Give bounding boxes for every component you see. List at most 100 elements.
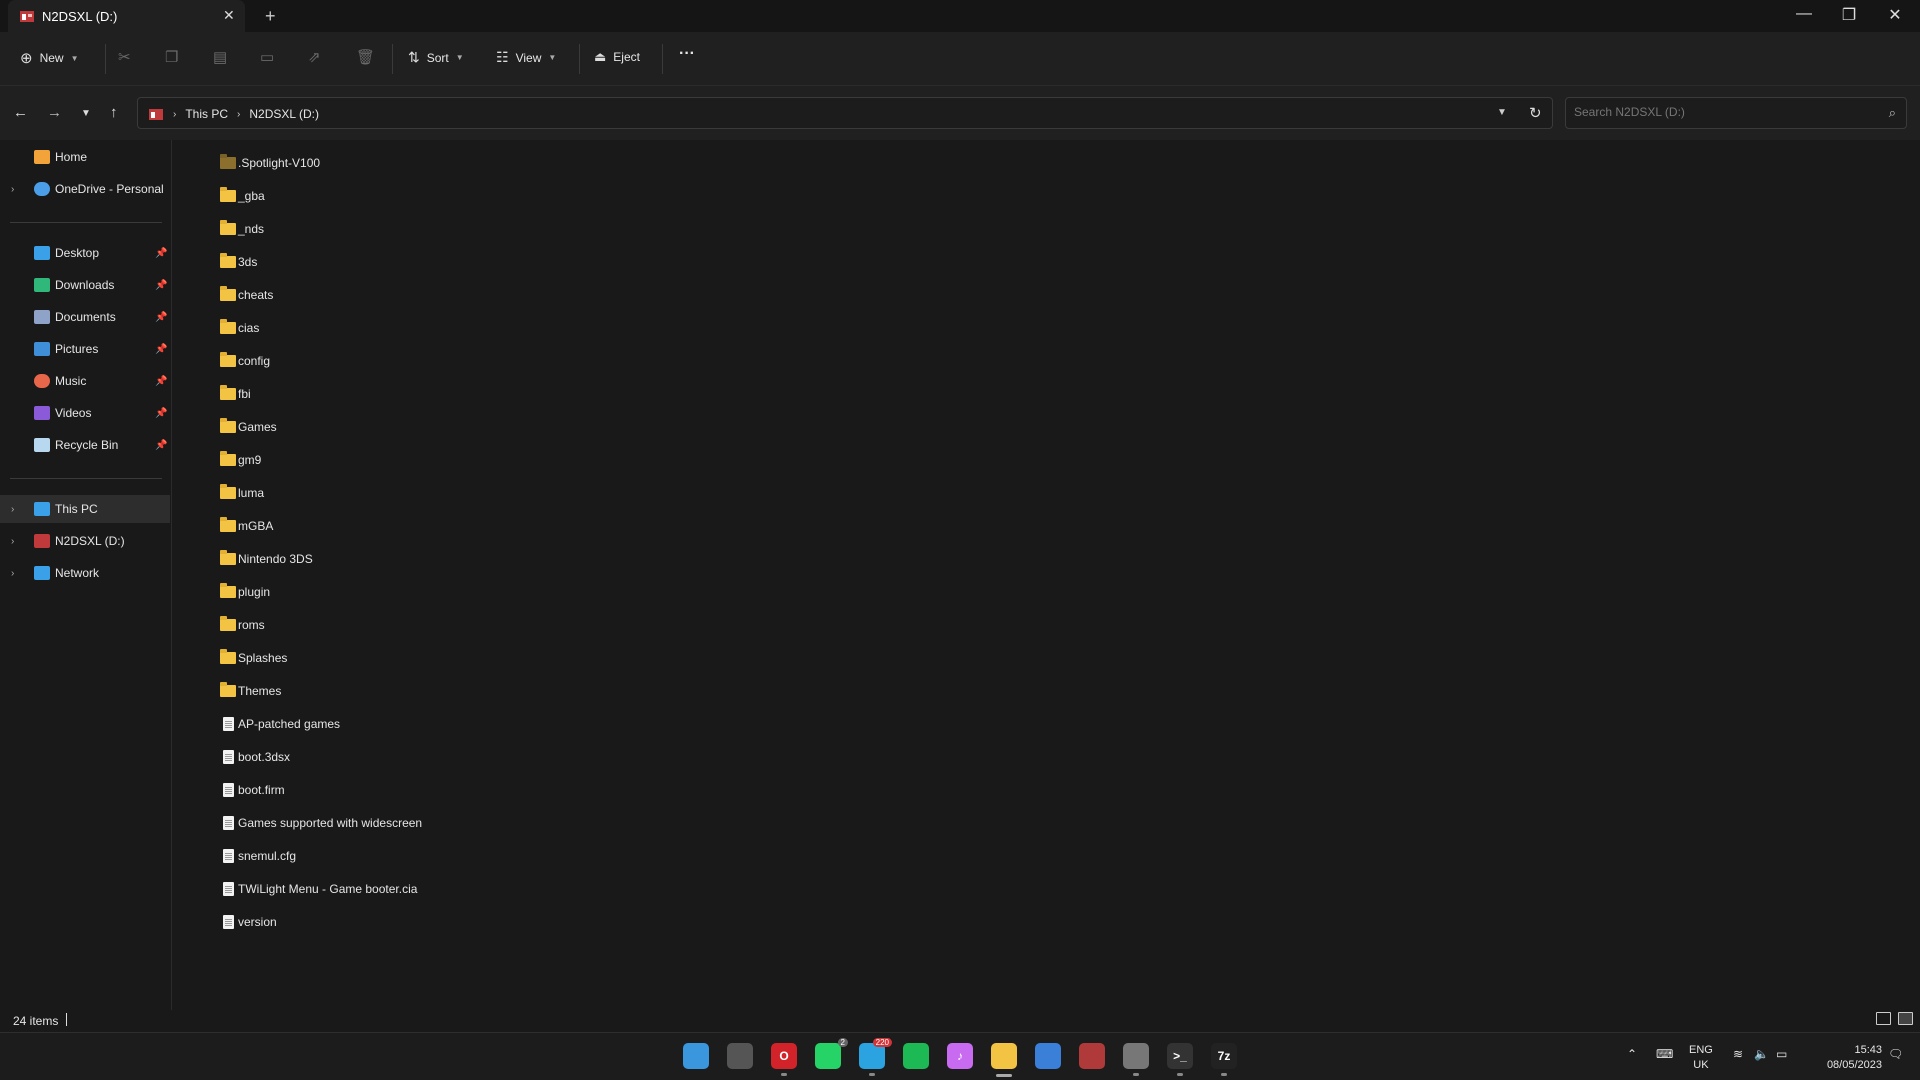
sidebar-item-home[interactable]: Home — [0, 143, 170, 171]
pin-icon[interactable]: 📌 — [155, 280, 167, 291]
disk-tool-app[interactable] — [1123, 1043, 1149, 1069]
language-indicator[interactable]: ENG UK — [1689, 1043, 1713, 1073]
itunes-app[interactable]: ♪ — [947, 1043, 973, 1069]
tab-n2dsxl[interactable]: N2DSXL (D:) ✕ — [8, 0, 245, 32]
address-bar[interactable]: › This PC › N2DSXL (D:) ▼ ↻ — [137, 97, 1553, 129]
back-arrow-icon[interactable]: ← — [13, 104, 28, 121]
up-arrow-icon[interactable]: ↑ — [110, 104, 118, 121]
chevron-right-icon[interactable]: › — [11, 184, 14, 195]
sidebar-item-videos[interactable]: Videos 📌 — [0, 399, 170, 427]
sort-button[interactable]: ⇅ Sort ▼ — [408, 49, 464, 66]
sidebar-item-this-pc[interactable]: › This PC — [0, 495, 170, 523]
opera-app[interactable]: O — [771, 1043, 797, 1069]
pin-icon[interactable]: 📌 — [155, 376, 167, 387]
rename-icon[interactable]: ▭ — [260, 48, 274, 66]
volume-icon[interactable]: 🔈 — [1754, 1047, 1769, 1061]
installer-app[interactable] — [1079, 1043, 1105, 1069]
pin-icon[interactable]: 📌 — [155, 344, 167, 355]
spotify-app[interactable] — [903, 1043, 929, 1069]
sidebar-item-music[interactable]: Music 📌 — [0, 367, 170, 395]
tiles-view-icon[interactable] — [1898, 1012, 1913, 1025]
new-button[interactable]: ⊕ New ▼ — [20, 49, 79, 67]
chevron-right-icon[interactable]: › — [11, 536, 14, 547]
folder-row[interactable]: gm9 — [220, 448, 261, 472]
breadcrumb-drive[interactable]: N2DSXL (D:) — [249, 107, 319, 121]
notifications-icon[interactable]: 🗨 — [1888, 1047, 1903, 1061]
file-row[interactable]: boot.3dsx — [220, 745, 290, 769]
paste-icon[interactable]: ▤ — [213, 48, 227, 66]
show-hidden-icons-icon[interactable]: ⌃ — [1627, 1047, 1637, 1061]
task-view-button[interactable] — [727, 1043, 753, 1069]
maximize-button[interactable]: ❐ — [1834, 5, 1864, 25]
folder-row[interactable]: Themes — [220, 679, 281, 703]
sidebar-item-recycle-bin[interactable]: Recycle Bin 📌 — [0, 431, 170, 459]
file-row[interactable]: AP-patched games — [220, 712, 340, 736]
folder-row[interactable]: _gba — [220, 184, 265, 208]
folder-row[interactable]: config — [220, 349, 270, 373]
sidebar-item-network[interactable]: › Network — [0, 559, 170, 587]
folder-row[interactable]: Nintendo 3DS — [220, 547, 313, 571]
folder-row[interactable]: plugin — [220, 580, 270, 604]
folder-row[interactable]: .Spotlight-V100 — [220, 151, 320, 175]
sidebar-item-pictures[interactable]: Pictures 📌 — [0, 335, 170, 363]
folder-row[interactable]: Games — [220, 415, 277, 439]
folder-row[interactable]: roms — [220, 613, 265, 637]
keyboard-icon[interactable]: ⌨ — [1656, 1047, 1673, 1061]
file-row[interactable]: boot.firm — [220, 778, 285, 802]
cut-icon[interactable]: ✂ — [118, 48, 131, 66]
terminal-app[interactable]: >_ — [1167, 1043, 1193, 1069]
address-history-dropdown-icon[interactable]: ▼ — [1497, 107, 1507, 118]
close-window-button[interactable]: ✕ — [1880, 5, 1910, 25]
sidebar-item-documents[interactable]: Documents 📌 — [0, 303, 170, 331]
file-row[interactable]: version — [220, 910, 277, 934]
pin-icon[interactable]: 📌 — [155, 440, 167, 451]
microsoft-store-app[interactable] — [1035, 1043, 1061, 1069]
eject-button[interactable]: ⏏ Eject — [594, 49, 640, 65]
folder-row[interactable]: mGBA — [220, 514, 273, 538]
details-view-icon[interactable] — [1876, 1012, 1891, 1025]
folder-row[interactable]: luma — [220, 481, 264, 505]
battery-icon[interactable]: ▭ — [1776, 1047, 1787, 1061]
search-input[interactable] — [1574, 105, 1874, 119]
folder-row[interactable]: Splashes — [220, 646, 287, 670]
file-row[interactable]: Games supported with widescreen — [220, 811, 422, 835]
wifi-icon[interactable]: ≋ — [1733, 1047, 1743, 1061]
telegram-app[interactable]: 220 — [859, 1038, 892, 1069]
pin-icon[interactable]: 📌 — [155, 312, 167, 323]
minimize-button[interactable]: — — [1789, 5, 1819, 23]
delete-icon[interactable]: 🗑 — [356, 48, 375, 66]
sidebar-item-n2dsxl[interactable]: › N2DSXL (D:) — [0, 527, 170, 555]
file-explorer-app[interactable] — [991, 1043, 1017, 1069]
running-indicator — [781, 1073, 787, 1076]
search-box[interactable]: ⌕ — [1565, 97, 1907, 129]
copy-icon[interactable]: ❐ — [165, 48, 178, 66]
file-row[interactable]: snemul.cfg — [220, 844, 296, 868]
sidebar-item-desktop[interactable]: Desktop 📌 — [0, 239, 170, 267]
whatsapp-app[interactable]: 2 — [815, 1038, 848, 1069]
7zip-app[interactable]: 7z — [1211, 1043, 1237, 1069]
share-icon[interactable]: ⇗ — [308, 48, 321, 66]
folder-row[interactable]: fbi — [220, 382, 251, 406]
pin-icon[interactable]: 📌 — [155, 248, 167, 259]
clock[interactable]: 15:43 08/05/2023 — [1812, 1043, 1882, 1073]
start-button[interactable] — [683, 1043, 709, 1069]
breadcrumb-this-pc[interactable]: This PC — [185, 107, 228, 121]
sidebar-item-downloads[interactable]: Downloads 📌 — [0, 271, 170, 299]
tab-close-button[interactable]: ✕ — [223, 7, 235, 24]
search-icon[interactable]: ⌕ — [1889, 105, 1896, 121]
chevron-right-icon[interactable]: › — [11, 504, 14, 515]
more-options-button[interactable]: ··· — [679, 45, 695, 63]
recent-locations-icon[interactable]: ▼ — [81, 108, 91, 119]
pin-icon[interactable]: 📌 — [155, 408, 167, 419]
folder-row[interactable]: 3ds — [220, 250, 257, 274]
folder-row[interactable]: cheats — [220, 283, 273, 307]
folder-row[interactable]: cias — [220, 316, 259, 340]
new-tab-button[interactable]: + — [265, 6, 276, 27]
folder-row[interactable]: _nds — [220, 217, 264, 241]
sidebar-item-onedrive[interactable]: › OneDrive - Personal — [0, 175, 170, 203]
chevron-right-icon[interactable]: › — [11, 568, 14, 579]
refresh-icon[interactable]: ↻ — [1529, 104, 1542, 122]
file-row[interactable]: TWiLight Menu - Game booter.cia — [220, 877, 417, 901]
forward-arrow-icon[interactable]: → — [47, 104, 62, 121]
view-button[interactable]: ☷ View ▼ — [496, 49, 556, 66]
